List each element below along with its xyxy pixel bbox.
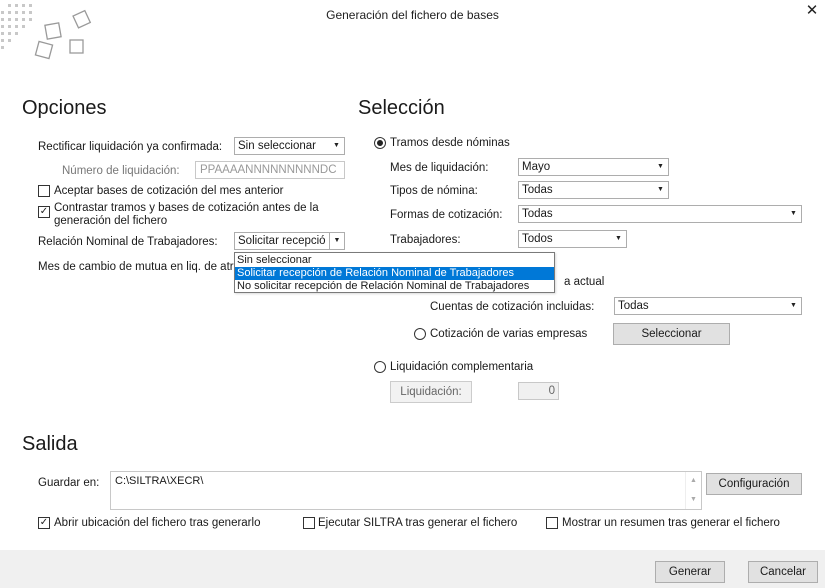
tramos-nominas-label: Tramos desde nóminas	[390, 137, 510, 149]
trabajadores-label: Trabajadores:	[390, 234, 461, 246]
window-title: Generación del fichero de bases	[326, 8, 499, 22]
tramos-nominas-radio[interactable]	[374, 137, 386, 149]
numero-liquidacion-label: Número de liquidación:	[62, 165, 180, 177]
guardar-en-value: C:\SILTRA\XECR\	[115, 475, 204, 487]
actual-option-label: a actual	[564, 276, 605, 288]
mes-cambio-mutua-label: Mes de cambio de mutua en liq. de atr	[38, 261, 234, 273]
rectificar-label: Rectificar liquidación ya confirmada:	[38, 141, 223, 153]
cuentas-cotizacion-value: Todas	[618, 300, 649, 312]
chevron-down-icon: ▼	[611, 231, 626, 247]
chevron-down-icon: ▼	[786, 298, 801, 314]
generar-button[interactable]: Generar	[655, 561, 725, 583]
check-icon: ✓	[39, 517, 49, 528]
ejecutar-siltra-checkbox[interactable]	[303, 517, 315, 529]
complementaria-radio[interactable]	[374, 361, 386, 373]
dropdown-option-no-solicitar[interactable]: No solicitar recepción de Relación Nomin…	[235, 280, 554, 293]
contrastar-tramos-label-line1: Contrastar tramos y bases de cotización …	[54, 202, 319, 214]
varias-empresas-radio[interactable]	[414, 328, 426, 340]
cuentas-cotizacion-select[interactable]: Todas ▼	[614, 297, 802, 315]
chevron-down-icon: ▼	[653, 159, 668, 175]
chevron-down-icon: ▼	[786, 206, 801, 222]
relacion-nominal-dropdown-list: Sin seleccionar Solicitar recepción de R…	[234, 252, 555, 293]
relacion-nominal-value: Solicitar recepció	[238, 235, 326, 247]
ejecutar-siltra-label: Ejecutar SILTRA tras generar el fichero	[318, 517, 518, 529]
liquidacion-number-input[interactable]: 0	[518, 382, 559, 400]
rectificar-select[interactable]: Sin seleccionar ▼	[234, 137, 345, 155]
close-icon[interactable]: ✕	[801, 2, 823, 22]
guardar-en-label: Guardar en:	[38, 477, 100, 489]
abrir-ubicacion-label: Abrir ubicación del fichero tras generar…	[54, 517, 261, 529]
dropdown-option-solicitar[interactable]: Solicitar recepción de Relación Nominal …	[235, 267, 554, 280]
seleccion-heading: Selección	[358, 97, 445, 119]
guardar-en-path-field[interactable]: C:\SILTRA\XECR\ ▲ ▼	[110, 471, 702, 510]
rectificar-value: Sin seleccionar	[238, 140, 316, 152]
trabajadores-select[interactable]: Todos ▼	[518, 230, 627, 248]
configuracion-button[interactable]: Configuración	[706, 473, 802, 495]
formas-cotizacion-select[interactable]: Todas ▼	[518, 205, 802, 223]
complementaria-label: Liquidación complementaria	[390, 361, 534, 373]
tipos-nomina-select[interactable]: Todas ▼	[518, 181, 669, 199]
varias-empresas-label: Cotización de varias empresas	[430, 328, 588, 340]
chevron-down-icon: ▼	[653, 182, 668, 198]
trabajadores-value: Todos	[522, 233, 553, 245]
mostrar-resumen-checkbox[interactable]	[546, 517, 558, 529]
formas-cotizacion-label: Formas de cotización:	[390, 209, 503, 221]
tipos-nomina-value: Todas	[522, 184, 553, 196]
contrastar-tramos-label-line2: generación del fichero	[54, 215, 168, 227]
cancelar-button[interactable]: Cancelar	[748, 561, 818, 583]
salida-heading: Salida	[22, 433, 78, 455]
seleccionar-button[interactable]: Seleccionar	[613, 323, 730, 345]
chevron-down-icon: ▼	[329, 233, 344, 249]
abrir-ubicacion-checkbox[interactable]: ✓	[38, 517, 50, 529]
scroll-down-icon[interactable]: ▼	[686, 494, 701, 506]
relacion-nominal-select[interactable]: Solicitar recepció ▼	[234, 232, 345, 250]
dropdown-option-sin-seleccionar[interactable]: Sin seleccionar	[235, 254, 554, 267]
path-scrollbar[interactable]: ▲ ▼	[685, 472, 701, 509]
mostrar-resumen-label: Mostrar un resumen tras generar el fiche…	[562, 517, 780, 529]
relacion-nominal-label: Relación Nominal de Trabajadores:	[38, 236, 218, 248]
liquidacion-button[interactable]: Liquidación:	[390, 381, 472, 403]
mes-liquidacion-value: Mayo	[522, 161, 551, 173]
opciones-heading: Opciones	[22, 97, 107, 119]
tipos-nomina-label: Tipos de nómina:	[390, 185, 478, 197]
aceptar-bases-label: Aceptar bases de cotización del mes ante…	[54, 185, 284, 197]
scroll-up-icon[interactable]: ▲	[686, 475, 701, 487]
mes-liquidacion-select[interactable]: Mayo ▼	[518, 158, 669, 176]
numero-liquidacion-input[interactable]: PPAAAANNNNNNNNNDC	[195, 161, 345, 179]
contrastar-tramos-checkbox[interactable]: ✓	[38, 206, 50, 218]
mes-liquidacion-label: Mes de liquidación:	[390, 162, 489, 174]
cuentas-cotizacion-label: Cuentas de cotización incluidas:	[430, 301, 595, 313]
chevron-down-icon: ▼	[329, 138, 344, 154]
aceptar-bases-checkbox[interactable]	[38, 185, 50, 197]
check-icon: ✓	[39, 206, 49, 217]
formas-cotizacion-value: Todas	[522, 208, 553, 220]
